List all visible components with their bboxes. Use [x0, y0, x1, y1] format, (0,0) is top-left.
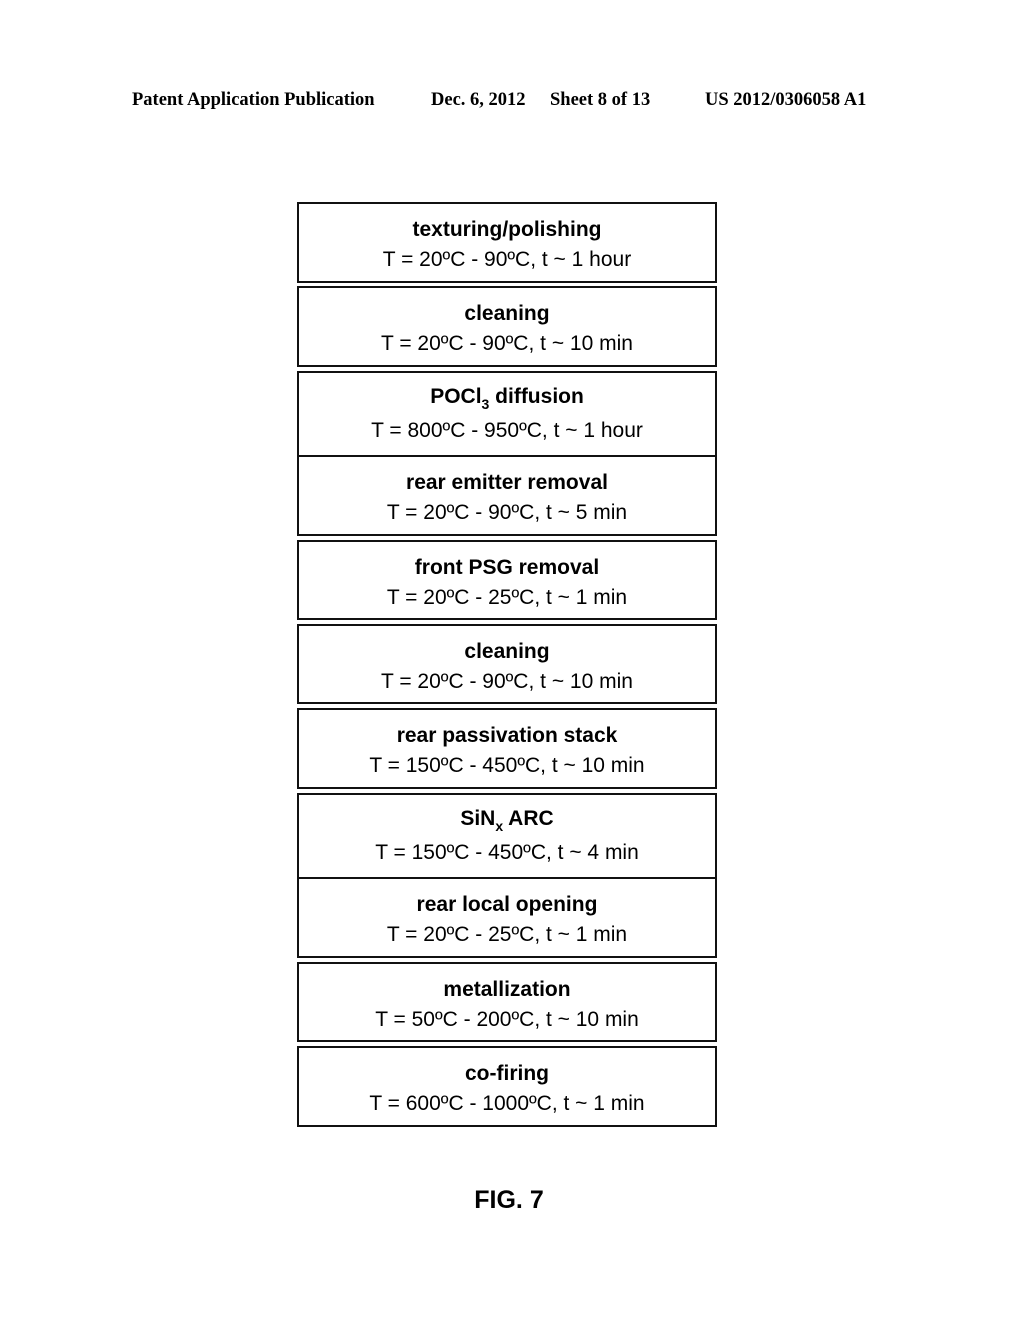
process-step-sinx-arc: SiNx ARC T = 150ºC - 450ºC, t ~ 4 min — [297, 793, 717, 879]
process-step-cleaning-1: cleaning T = 20ºC - 90ºC, t ~ 10 min — [297, 286, 717, 367]
publication-label: Patent Application Publication — [132, 90, 375, 110]
step-conditions: T = 20ºC - 90ºC, t ~ 10 min — [381, 670, 633, 693]
process-step-rear-emitter-removal: rear emitter removal T = 20ºC - 90ºC, t … — [297, 455, 717, 536]
step-title: cleaning — [464, 302, 550, 325]
step-conditions: T = 20ºC - 90ºC, t ~ 1 hour — [382, 248, 632, 271]
title-rest: ARC — [503, 807, 554, 830]
step-title: rear local opening — [416, 893, 598, 916]
title-rest: diffusion — [489, 385, 584, 408]
process-step-co-firing: co-firing T = 600ºC - 1000ºC, t ~ 1 min — [297, 1046, 717, 1127]
step-conditions: T = 20ºC - 90ºC, t ~ 10 min — [381, 332, 633, 355]
step-conditions: T = 20ºC - 25ºC, t ~ 1 min — [386, 923, 628, 946]
title-main: POCl — [430, 385, 482, 408]
patent-header: Patent Application Publication Dec. 6, 2… — [0, 90, 1024, 114]
figure-label: FIG. 7 — [474, 1186, 544, 1214]
sheet-number: Sheet 8 of 13 — [550, 90, 651, 110]
step-title: SiNx ARC — [299, 806, 715, 834]
step-title: co-firing — [465, 1062, 549, 1085]
step-conditions: T = 600ºC - 1000ºC, t ~ 1 min — [369, 1092, 645, 1115]
process-step-texturing: texturing/polishing T = 20ºC - 90ºC, t ~… — [297, 202, 717, 283]
title-subscript: x — [495, 818, 504, 834]
process-step-front-psg-removal: front PSG removal T = 20ºC - 25ºC, t ~ 1… — [297, 540, 717, 620]
process-step-rear-local-opening: rear local opening T = 20ºC - 25ºC, t ~ … — [297, 877, 717, 958]
figure-caption: FIG. 7 — [0, 1186, 1024, 1215]
step-title: front PSG removal — [414, 556, 600, 579]
process-step-metallization: metallization T = 50ºC - 200ºC, t ~ 10 m… — [297, 962, 717, 1042]
step-conditions: T = 50ºC - 200ºC, t ~ 10 min — [375, 1008, 639, 1031]
step-conditions: T = 20ºC - 90ºC, t ~ 5 min — [386, 501, 628, 524]
step-conditions: T = 20ºC - 25ºC, t ~ 1 min — [386, 586, 628, 609]
patent-number: US 2012/0306058 A1 — [705, 90, 867, 110]
step-title: POCl3 diffusion — [299, 384, 715, 411]
step-conditions: T = 800ºC - 950ºC, t ~ 1 hour — [371, 419, 643, 442]
step-title: rear passivation stack — [396, 724, 618, 747]
step-title: texturing/polishing — [412, 218, 602, 241]
publication-date: Dec. 6, 2012 — [431, 90, 526, 110]
title-main: SiN — [460, 807, 496, 830]
process-step-pocl3-diffusion: POCl3 diffusion T = 800ºC - 950ºC, t ~ 1… — [297, 371, 717, 457]
process-step-cleaning-2: cleaning T = 20ºC - 90ºC, t ~ 10 min — [297, 624, 717, 704]
step-title: cleaning — [464, 640, 550, 663]
process-step-rear-passivation-stack: rear passivation stack T = 150ºC - 450ºC… — [297, 708, 717, 789]
step-title: rear emitter removal — [406, 471, 608, 494]
step-conditions: T = 150ºC - 450ºC, t ~ 10 min — [369, 754, 645, 777]
step-conditions: T = 150ºC - 450ºC, t ~ 4 min — [375, 841, 639, 864]
step-title: metallization — [443, 978, 571, 1001]
